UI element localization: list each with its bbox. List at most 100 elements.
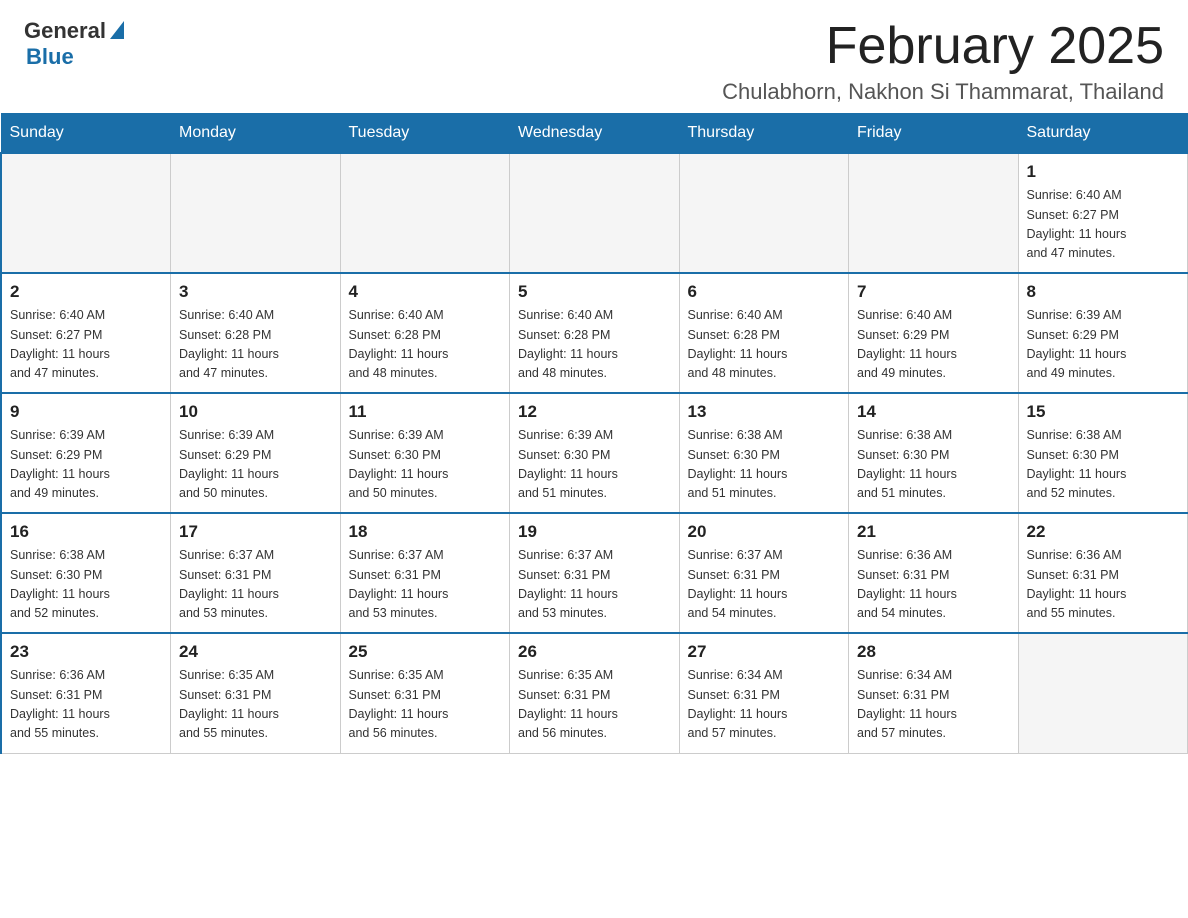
day-of-week-header: Tuesday	[340, 114, 510, 154]
logo-general-text: General	[24, 18, 106, 44]
day-info: Sunrise: 6:37 AM Sunset: 6:31 PM Dayligh…	[518, 546, 671, 624]
calendar-week-row: 2 Sunrise: 6:40 AM Sunset: 6:27 PM Daylig…	[1, 273, 1188, 393]
day-info: Sunrise: 6:39 AM Sunset: 6:29 PM Dayligh…	[10, 426, 162, 504]
calendar-day-cell: 5Sunrise: 6:40 AM Sunset: 6:28 PM Daylig…	[510, 273, 680, 393]
day-info: Sunrise: 6:40 AM Sunset: 6:29 PM Dayligh…	[857, 306, 1010, 384]
calendar-day-cell: 25 Sunrise: 6:35 AM Sunset: 6:31 PM Dayli…	[340, 633, 510, 753]
day-info: Sunrise: 6:36 AM Sunset: 6:31 PM Dayligh…	[1027, 546, 1180, 624]
day-info: Sunrise: 6:36 AM Sunset: 6:31 PM Dayligh…	[10, 666, 162, 744]
logo: General Blue	[24, 18, 124, 70]
calendar-day-cell	[679, 153, 849, 273]
day-info: Sunrise: 6:40 AM Sunset: 6:28 PM Dayligh…	[518, 306, 671, 384]
calendar-table: SundayMondayTuesdayWednesdayThursdayFrid…	[0, 113, 1188, 754]
day-number: 15	[1027, 402, 1180, 422]
day-number: 22	[1027, 522, 1180, 542]
day-info: Sunrise: 6:40 AM Sunset: 6:28 PM Dayligh…	[688, 306, 841, 384]
calendar-day-cell: 8Sunrise: 6:39 AM Sunset: 6:29 PM Daylig…	[1018, 273, 1188, 393]
calendar-week-row: 23 Sunrise: 6:36 AM Sunset: 6:31 PM Dayli…	[1, 633, 1188, 753]
calendar-day-cell: 16 Sunrise: 6:38 AM Sunset: 6:30 PM Dayli…	[1, 513, 171, 633]
calendar-day-cell: 4Sunrise: 6:40 AM Sunset: 6:28 PM Daylig…	[340, 273, 510, 393]
day-number: 8	[1027, 282, 1180, 302]
calendar-day-cell	[340, 153, 510, 273]
calendar-day-cell	[1, 153, 171, 273]
day-number: 16	[10, 522, 162, 542]
day-info: Sunrise: 6:39 AM Sunset: 6:29 PM Dayligh…	[179, 426, 332, 504]
calendar-week-row: 1 Sunrise: 6:40 AM Sunset: 6:27 PM Daylig…	[1, 153, 1188, 273]
day-info: Sunrise: 6:40 AM Sunset: 6:27 PM Dayligh…	[10, 306, 162, 384]
calendar-day-cell	[849, 153, 1019, 273]
day-number: 14	[857, 402, 1010, 422]
day-number: 1	[1027, 162, 1180, 182]
day-of-week-header: Saturday	[1018, 114, 1188, 154]
calendar-day-cell: 13 Sunrise: 6:38 AM Sunset: 6:30 PM Dayli…	[679, 393, 849, 513]
day-of-week-header: Thursday	[679, 114, 849, 154]
calendar-day-cell: 10 Sunrise: 6:39 AM Sunset: 6:29 PM Dayli…	[171, 393, 341, 513]
calendar-day-cell: 24 Sunrise: 6:35 AM Sunset: 6:31 PM Dayli…	[171, 633, 341, 753]
calendar-day-cell: 20Sunrise: 6:37 AM Sunset: 6:31 PM Dayli…	[679, 513, 849, 633]
calendar-day-cell: 2 Sunrise: 6:40 AM Sunset: 6:27 PM Daylig…	[1, 273, 171, 393]
day-number: 3	[179, 282, 332, 302]
day-info: Sunrise: 6:38 AM Sunset: 6:30 PM Dayligh…	[857, 426, 1010, 504]
calendar-day-cell: 1 Sunrise: 6:40 AM Sunset: 6:27 PM Daylig…	[1018, 153, 1188, 273]
calendar-day-cell: 3 Sunrise: 6:40 AM Sunset: 6:28 PM Daylig…	[171, 273, 341, 393]
month-year-title: February 2025	[722, 18, 1164, 75]
calendar-day-cell	[1018, 633, 1188, 753]
calendar-day-cell: 22 Sunrise: 6:36 AM Sunset: 6:31 PM Dayli…	[1018, 513, 1188, 633]
day-info: Sunrise: 6:40 AM Sunset: 6:28 PM Dayligh…	[179, 306, 332, 384]
calendar-day-cell: 11Sunrise: 6:39 AM Sunset: 6:30 PM Dayli…	[340, 393, 510, 513]
calendar-day-cell: 21 Sunrise: 6:36 AM Sunset: 6:31 PM Dayli…	[849, 513, 1019, 633]
day-number: 25	[349, 642, 502, 662]
day-number: 23	[10, 642, 162, 662]
day-number: 18	[349, 522, 502, 542]
day-info: Sunrise: 6:36 AM Sunset: 6:31 PM Dayligh…	[857, 546, 1010, 624]
day-info: Sunrise: 6:35 AM Sunset: 6:31 PM Dayligh…	[518, 666, 671, 744]
day-of-week-header: Monday	[171, 114, 341, 154]
calendar-day-cell	[510, 153, 680, 273]
day-info: Sunrise: 6:35 AM Sunset: 6:31 PM Dayligh…	[349, 666, 502, 744]
day-number: 7	[857, 282, 1010, 302]
day-info: Sunrise: 6:38 AM Sunset: 6:30 PM Dayligh…	[10, 546, 162, 624]
calendar-day-cell: 26 Sunrise: 6:35 AM Sunset: 6:31 PM Dayli…	[510, 633, 680, 753]
day-number: 10	[179, 402, 332, 422]
day-info: Sunrise: 6:38 AM Sunset: 6:30 PM Dayligh…	[688, 426, 841, 504]
day-info: Sunrise: 6:39 AM Sunset: 6:30 PM Dayligh…	[349, 426, 502, 504]
day-info: Sunrise: 6:37 AM Sunset: 6:31 PM Dayligh…	[688, 546, 841, 624]
day-number: 19	[518, 522, 671, 542]
day-of-week-header: Sunday	[1, 114, 171, 154]
day-number: 9	[10, 402, 162, 422]
page-header: General Blue February 2025 Chulabhorn, N…	[0, 0, 1188, 113]
calendar-week-row: 16 Sunrise: 6:38 AM Sunset: 6:30 PM Dayli…	[1, 513, 1188, 633]
calendar-week-row: 9 Sunrise: 6:39 AM Sunset: 6:29 PM Daylig…	[1, 393, 1188, 513]
calendar-day-cell	[171, 153, 341, 273]
day-info: Sunrise: 6:40 AM Sunset: 6:27 PM Dayligh…	[1027, 186, 1180, 264]
day-number: 24	[179, 642, 332, 662]
day-of-week-header: Wednesday	[510, 114, 680, 154]
day-info: Sunrise: 6:34 AM Sunset: 6:31 PM Dayligh…	[857, 666, 1010, 744]
logo-triangle-icon	[110, 21, 124, 39]
calendar-day-cell: 12 Sunrise: 6:39 AM Sunset: 6:30 PM Dayli…	[510, 393, 680, 513]
day-info: Sunrise: 6:35 AM Sunset: 6:31 PM Dayligh…	[179, 666, 332, 744]
day-number: 4	[349, 282, 502, 302]
day-info: Sunrise: 6:39 AM Sunset: 6:30 PM Dayligh…	[518, 426, 671, 504]
day-number: 26	[518, 642, 671, 662]
day-info: Sunrise: 6:37 AM Sunset: 6:31 PM Dayligh…	[349, 546, 502, 624]
calendar-day-cell: 17 Sunrise: 6:37 AM Sunset: 6:31 PM Dayli…	[171, 513, 341, 633]
day-info: Sunrise: 6:34 AM Sunset: 6:31 PM Dayligh…	[688, 666, 841, 744]
day-number: 17	[179, 522, 332, 542]
day-info: Sunrise: 6:38 AM Sunset: 6:30 PM Dayligh…	[1027, 426, 1180, 504]
day-number: 12	[518, 402, 671, 422]
day-number: 21	[857, 522, 1010, 542]
calendar-day-cell: 27Sunrise: 6:34 AM Sunset: 6:31 PM Dayli…	[679, 633, 849, 753]
day-number: 2	[10, 282, 162, 302]
calendar-day-cell: 23 Sunrise: 6:36 AM Sunset: 6:31 PM Dayli…	[1, 633, 171, 753]
calendar-day-cell: 28 Sunrise: 6:34 AM Sunset: 6:31 PM Dayli…	[849, 633, 1019, 753]
day-info: Sunrise: 6:37 AM Sunset: 6:31 PM Dayligh…	[179, 546, 332, 624]
calendar-day-cell: 19 Sunrise: 6:37 AM Sunset: 6:31 PM Dayli…	[510, 513, 680, 633]
day-number: 28	[857, 642, 1010, 662]
day-number: 13	[688, 402, 841, 422]
day-number: 6	[688, 282, 841, 302]
calendar-day-cell: 18 Sunrise: 6:37 AM Sunset: 6:31 PM Dayli…	[340, 513, 510, 633]
location-subtitle: Chulabhorn, Nakhon Si Thammarat, Thailan…	[722, 79, 1164, 105]
calendar-day-cell: 14 Sunrise: 6:38 AM Sunset: 6:30 PM Dayli…	[849, 393, 1019, 513]
logo-blue-text: Blue	[26, 44, 74, 70]
